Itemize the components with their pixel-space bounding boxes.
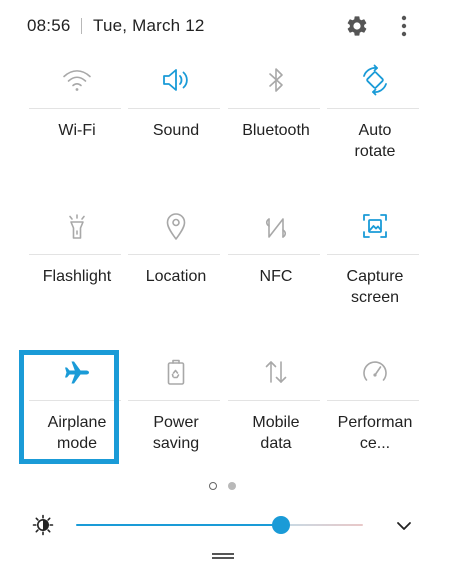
tile-auto-rotate[interactable]: Auto rotate — [327, 52, 423, 182]
tile-divider — [327, 254, 419, 255]
tile-label: Auto rotate — [354, 122, 396, 160]
brightness-icon — [31, 513, 55, 537]
page-dot-active[interactable] — [209, 482, 217, 490]
location-icon — [158, 208, 194, 244]
tile-label: Location — [145, 268, 207, 285]
flashlight-icon — [59, 208, 95, 244]
tile-wifi[interactable]: Wi-Fi — [29, 52, 125, 182]
tile-label: Performan ce... — [337, 414, 413, 452]
brightness-track-rest — [281, 524, 363, 526]
clock-time: 08:56 — [27, 16, 71, 35]
nfc-icon — [258, 208, 294, 244]
brightness-thumb[interactable] — [272, 516, 290, 534]
power-saving-icon — [158, 354, 194, 390]
tile-divider — [228, 400, 320, 401]
brightness-slider[interactable] — [76, 515, 363, 535]
tile-label: Sound — [152, 122, 200, 139]
chevron-down-icon[interactable] — [394, 516, 414, 536]
tile-divider — [327, 108, 419, 109]
mobile-data-icon — [258, 354, 294, 390]
tile-bluetooth[interactable]: Bluetooth — [228, 52, 324, 182]
drag-handle-line — [212, 553, 234, 555]
tile-label: Airplane mode — [47, 414, 107, 452]
tile-divider — [29, 108, 121, 109]
tile-flashlight[interactable]: Flashlight — [29, 198, 125, 328]
tile-label: NFC — [259, 268, 293, 285]
tile-capture-screen[interactable]: Capture screen — [327, 198, 423, 328]
tile-divider — [128, 108, 220, 109]
tile-divider — [29, 400, 121, 401]
tile-label: Bluetooth — [242, 122, 310, 139]
airplane-icon — [59, 354, 95, 390]
clock-date: Tue, March 12 — [93, 16, 205, 35]
sound-icon — [158, 62, 194, 98]
tile-nfc[interactable]: NFC — [228, 198, 324, 328]
more-vert-icon[interactable] — [394, 13, 414, 39]
tile-location[interactable]: Location — [128, 198, 224, 328]
drag-handle[interactable] — [212, 553, 234, 559]
tile-mobile-data[interactable]: Mobile data — [228, 344, 324, 474]
wifi-icon — [59, 62, 95, 98]
tile-label: Mobile data — [252, 414, 300, 452]
page-indicator — [208, 482, 240, 494]
drag-handle-line — [212, 557, 234, 559]
tile-label: Power saving — [152, 414, 200, 452]
tile-divider — [228, 254, 320, 255]
status-header: 08:56 Tue, March 12 — [0, 0, 450, 56]
tile-sound[interactable]: Sound — [128, 52, 224, 182]
tile-airplane-mode[interactable]: Airplane mode — [29, 344, 125, 474]
tile-divider — [128, 254, 220, 255]
capture-screen-icon — [357, 208, 393, 244]
tile-performance[interactable]: Performan ce... — [327, 344, 423, 474]
header-separator — [81, 18, 82, 34]
tile-label: Flashlight — [42, 268, 112, 285]
auto-rotate-icon — [357, 62, 393, 98]
tile-divider — [29, 254, 121, 255]
tile-divider — [327, 400, 419, 401]
page-dot-inactive[interactable] — [228, 482, 236, 490]
performance-icon — [357, 354, 393, 390]
bluetooth-icon — [258, 62, 294, 98]
tile-label: Capture screen — [346, 268, 404, 306]
tile-divider — [128, 400, 220, 401]
gear-icon[interactable] — [345, 14, 369, 38]
tile-label: Wi-Fi — [58, 122, 96, 139]
brightness-track-fill — [76, 524, 281, 526]
tile-power-saving[interactable]: Power saving — [128, 344, 224, 474]
tile-divider — [228, 108, 320, 109]
